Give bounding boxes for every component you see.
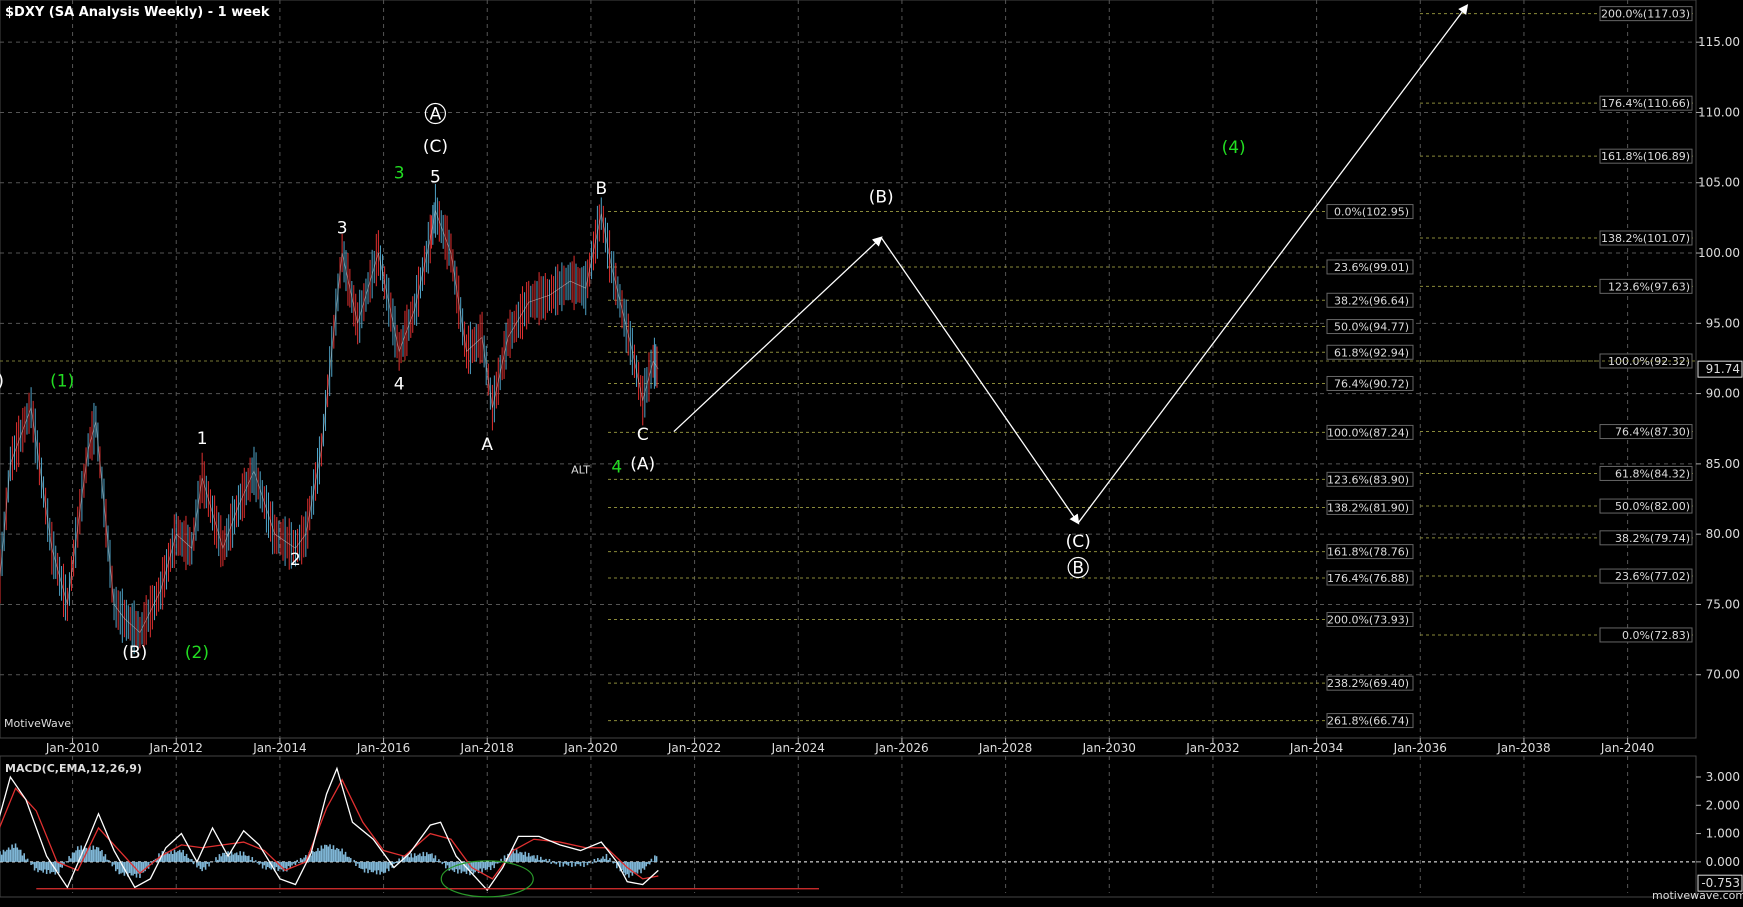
y-tick-label: 70.00 [1706, 668, 1740, 682]
fib-label: 123.6%(83.90) [1327, 473, 1409, 486]
x-tick-label: Jan-2020 [563, 741, 617, 755]
x-tick-label: Jan-2018 [460, 741, 514, 755]
wave-label: 5 [430, 168, 441, 188]
price-chart: Jan-2010 Jan-2012 Jan-2014 Jan-2016 Jan-2018… [0, 0, 1743, 903]
macd-line [0, 766, 659, 892]
x-tick-label: Jan-2038 [1496, 741, 1550, 755]
x-tick-label: Jan-2034 [1289, 741, 1343, 755]
x-tick-label: Jan-2016 [356, 741, 410, 755]
wave-label: (2) [185, 643, 209, 663]
x-tick-label: Jan-2010 [45, 741, 99, 755]
y-tick-label: 90.00 [1706, 387, 1740, 401]
last-price-label: 91.74 [1706, 362, 1740, 376]
fib-label: 100.0%(87.24) [1327, 426, 1409, 439]
wave-label: (4) [1222, 138, 1246, 158]
wave-label: ALT [571, 464, 590, 477]
fib-label: 176.4%(76.88) [1327, 572, 1409, 585]
y-tick-label: 85.00 [1706, 457, 1740, 471]
x-tick-label: Jan-2032 [1185, 741, 1239, 755]
price-frame [0, 0, 1697, 739]
fib-right-label: 38.2%(79.74) [1615, 532, 1690, 545]
y-tick-label: 95.00 [1706, 316, 1740, 330]
x-tick-label: Jan-2024 [771, 741, 825, 755]
macd-y-tick-label: 3.000 [1706, 770, 1740, 784]
wave-label: A [430, 104, 442, 124]
fib-right-label: 123.6%(97.63) [1608, 280, 1690, 293]
wave-label: (B) [122, 643, 147, 663]
fib-right-label: 61.8%(84.32) [1615, 467, 1690, 480]
fib-label: 76.4%(90.72) [1334, 377, 1409, 390]
projection-arrow [880, 237, 1080, 525]
wave-label: (A) [630, 455, 655, 475]
wave-label: (C) [423, 137, 448, 157]
x-tick-label: Jan-2022 [667, 741, 721, 755]
fib-label: 23.6%(99.01) [1334, 261, 1409, 274]
x-tick-label: Jan-2014 [252, 741, 306, 755]
fib-label: 138.2%(81.90) [1327, 501, 1409, 514]
macd-label: MACD(C,EMA,12,26,9) [5, 762, 142, 775]
chart-svg: Jan-2010 Jan-2012 Jan-2014 Jan-2016 Jan-2018… [0, 0, 1743, 902]
y-tick-label: 80.00 [1706, 527, 1740, 541]
wave-label: 2 [290, 550, 301, 570]
wave-label: (C) [1066, 532, 1091, 552]
y-tick-label: 75.00 [1706, 597, 1740, 611]
x-tick-label: Jan-2040 [1600, 741, 1654, 755]
x-tick-label: Jan-2036 [1393, 741, 1447, 755]
y-tick-label: 105.00 [1698, 176, 1740, 190]
macd-y-tick-label: 2.000 [1706, 798, 1740, 812]
macd-pane: MACD(C,EMA,12,26,9)3.0002.0001.0000.000-… [0, 755, 1743, 898]
fib-label: 50.0%(94.77) [1334, 321, 1409, 334]
macd-frame [0, 755, 1697, 898]
fib-right-label: 23.6%(77.02) [1615, 570, 1690, 583]
price-pane: Jan-2010 Jan-2012 Jan-2014 Jan-2016 Jan-2018… [0, 0, 1743, 755]
fib-right-label: 0.0%(72.83) [1622, 629, 1690, 642]
x-tick-label: Jan-2012 [149, 741, 203, 755]
fib-right-label: 176.4%(110.66) [1601, 97, 1690, 110]
x-tick-label: Jan-2026 [874, 741, 928, 755]
footer-site: motivewave.com [1652, 889, 1743, 902]
wave-label: B [595, 179, 607, 199]
y-tick-label: 110.00 [1698, 105, 1740, 119]
fib-label: 200.0%(73.93) [1327, 613, 1409, 626]
wave-label: 3 [394, 164, 405, 184]
macd-y-tick-label: 1.000 [1706, 827, 1740, 841]
macd-y-tick-label: 0.000 [1706, 855, 1740, 869]
wave-label: 4 [394, 374, 405, 394]
y-tick-label: 115.00 [1698, 35, 1740, 49]
fib-right-label: 200.0%(117.03) [1601, 8, 1690, 21]
wave-label: 1 [197, 429, 208, 449]
wave-label: B [1072, 559, 1084, 579]
wave-label: C [637, 425, 649, 445]
fib-label: 38.2%(96.64) [1334, 294, 1409, 307]
watermark: MotiveWave [4, 717, 71, 730]
wave-label: A) [0, 372, 4, 392]
fib-label: 238.2%(69.40) [1327, 677, 1409, 690]
fib-right-label: 138.2%(101.07) [1601, 232, 1690, 245]
fib-right-label: 50.0%(82.00) [1615, 500, 1690, 513]
x-tick-label: Jan-2028 [978, 741, 1032, 755]
x-tick-label: Jan-2030 [1082, 741, 1136, 755]
wave-label: (B) [869, 187, 894, 207]
fib-label: 161.8%(78.76) [1327, 546, 1409, 559]
wave-label: A [481, 435, 493, 455]
y-tick-label: 100.00 [1698, 246, 1740, 260]
chart-title: $DXY (SA Analysis Weekly) - 1 week [5, 5, 270, 20]
fib-right-label: 161.8%(106.89) [1601, 150, 1690, 163]
fib-right-label: 76.4%(87.30) [1615, 426, 1690, 439]
wave-label: 3 [337, 218, 348, 238]
wave-label: 4 [611, 457, 622, 477]
fib-label: 0.0%(102.95) [1334, 206, 1409, 219]
fib-label: 261.8%(66.74) [1327, 715, 1409, 728]
wave-label: (1) [50, 372, 74, 392]
fib-label: 61.8%(92.94) [1334, 346, 1409, 359]
